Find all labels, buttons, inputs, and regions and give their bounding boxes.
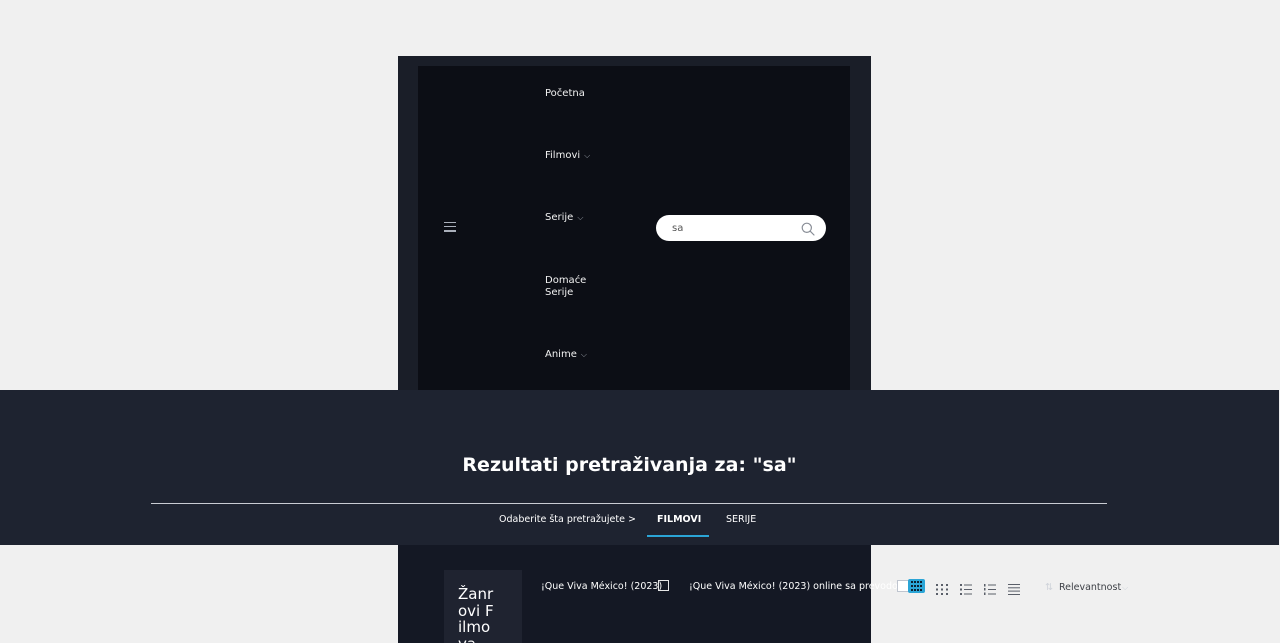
chevron-down-icon: ⌵: [577, 213, 584, 222]
nav-item-anime[interactable]: Anime ⌵: [545, 349, 587, 361]
hamburger-menu-icon[interactable]: [444, 222, 456, 232]
genre-card[interactable]: Žanrovi Filmova: [444, 570, 522, 643]
divider: [151, 503, 1107, 504]
nav-item-serije[interactable]: Serije ⌵: [545, 212, 583, 224]
compact-list-view-icon[interactable]: [1008, 580, 1020, 595]
sort-label: Relevantnost: [1058, 582, 1122, 593]
nav-item-pocetna[interactable]: Početna: [545, 88, 585, 100]
magnifier-icon[interactable]: [801, 221, 815, 236]
content-area: Žanrovi Filmova: [398, 545, 871, 643]
page-title: Rezultati pretraživanja za: "sa": [462, 454, 797, 476]
result-checkbox[interactable]: [658, 580, 669, 591]
nav-item-label: Serije: [545, 212, 574, 223]
genre-card-label: Žanrovi Filmova: [458, 585, 494, 643]
chevron-down-icon: ⌵: [584, 151, 591, 160]
nav-item-label: Anime: [545, 349, 577, 360]
nav-item-filmovi[interactable]: Filmovi ⌵: [545, 150, 590, 162]
nav-item-label: Početna: [545, 88, 585, 99]
grid-small-view-icon[interactable]: [936, 580, 948, 595]
sort-arrows-icon: ⇅: [1045, 582, 1053, 593]
nav-item-label: Filmovi: [545, 150, 581, 161]
site-header: Početna Filmovi ⌵ Serije ⌵ Domaće Serije A…: [398, 56, 871, 390]
active-tab-indicator: [647, 535, 709, 537]
results-header-band: Rezultati pretraživanja za: "sa" Odaberi…: [0, 390, 1279, 545]
result-title-link[interactable]: ¡Que Viva México! (2023): [541, 581, 662, 592]
list-view-icon[interactable]: [960, 580, 972, 595]
filter-prompt: Odaberite šta pretražujete >: [499, 514, 636, 525]
numbered-list-view-icon[interactable]: [984, 580, 996, 595]
search-box: [656, 215, 826, 241]
chevron-down-icon: ⌵: [1122, 583, 1129, 592]
tab-filmovi[interactable]: FILMOVI: [657, 514, 701, 525]
tab-serije[interactable]: SERIJE: [726, 514, 756, 525]
result-description-link[interactable]: ¡Que Viva México! (2023) online sa prevo…: [689, 581, 907, 592]
header-inner: Početna Filmovi ⌵ Serije ⌵ Domaće Serije A…: [418, 66, 850, 390]
sort-dropdown[interactable]: ⇅ Relevantnost⌵: [1045, 582, 1128, 593]
view-toggle[interactable]: [897, 579, 925, 593]
grid-view-active-icon: [908, 579, 925, 593]
search-input[interactable]: [672, 220, 792, 236]
chevron-down-icon: ⌵: [580, 350, 587, 359]
nav-item-domace-serije[interactable]: Domaće Serije: [545, 275, 605, 299]
nav-item-label: Domaće Serije: [545, 275, 587, 298]
